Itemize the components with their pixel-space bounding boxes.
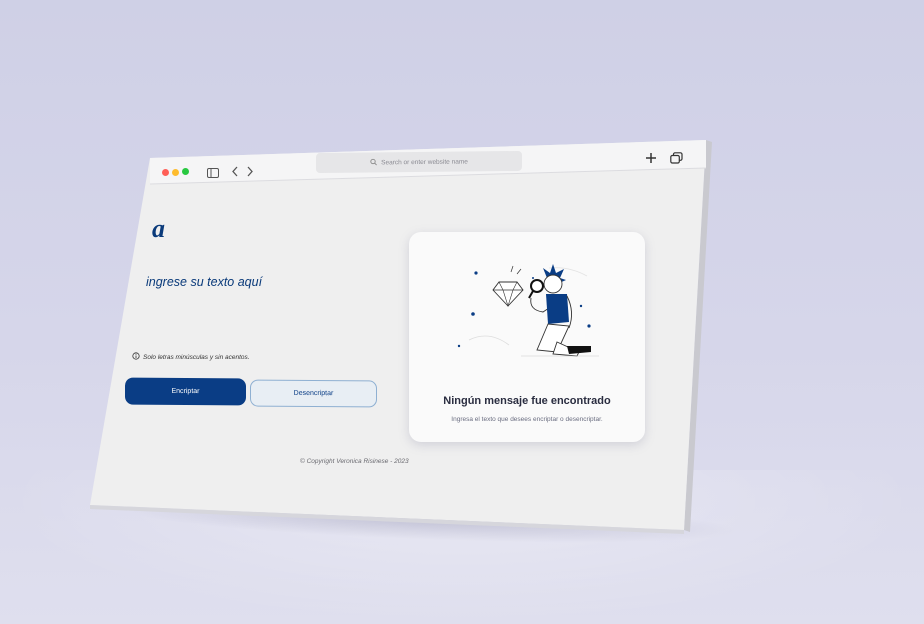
input-hint: Solo letras minúsculas y sin acentos. bbox=[132, 352, 250, 362]
address-bar[interactable]: Search or enter website name bbox=[316, 150, 522, 174]
copyright-text: © Copyright Veronica Risinese - 2023 bbox=[300, 458, 409, 465]
back-arrow-icon[interactable] bbox=[231, 164, 239, 182]
encrypt-button[interactable]: Encriptar bbox=[125, 377, 246, 406]
maximize-window-button[interactable] bbox=[182, 168, 189, 175]
tabs-overview-icon[interactable] bbox=[670, 151, 683, 169]
browser-window: Search or enter website name a ingrese s… bbox=[0, 0, 924, 624]
decrypt-button[interactable]: Desencriptar bbox=[250, 379, 377, 408]
forward-arrow-icon[interactable] bbox=[246, 164, 254, 182]
result-card: Ningún mensaje fue encontrado Ingresa el… bbox=[409, 232, 645, 442]
sidebar-toggle-icon[interactable] bbox=[207, 165, 219, 183]
result-subtitle: Ingresa el texto que desees encriptar o … bbox=[451, 416, 603, 423]
detective-illustration bbox=[457, 264, 599, 357]
close-window-button[interactable] bbox=[162, 169, 169, 176]
app-logo: a bbox=[152, 214, 165, 243]
minimize-window-button[interactable] bbox=[172, 169, 179, 176]
message-textarea[interactable]: ingrese su texto aquí bbox=[146, 275, 262, 289]
result-title: Ningún mensaje fue encontrado bbox=[443, 395, 611, 407]
hint-text: Solo letras minúsculas y sin acentos. bbox=[143, 353, 250, 361]
search-icon bbox=[370, 158, 378, 167]
new-tab-icon[interactable] bbox=[645, 151, 657, 169]
address-bar-placeholder: Search or enter website name bbox=[381, 157, 468, 166]
info-icon bbox=[132, 352, 140, 362]
